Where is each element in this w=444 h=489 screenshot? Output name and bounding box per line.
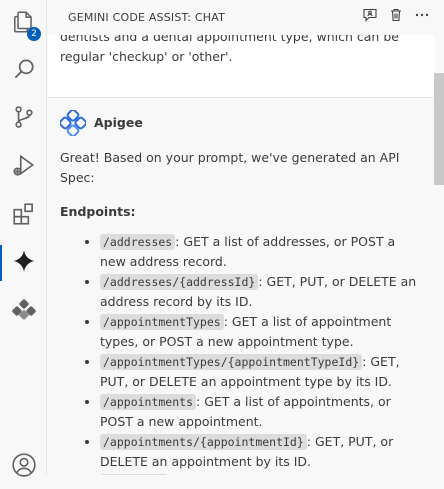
assistant-response: Apigee Great! Based on your prompt, we'v…: [48, 98, 434, 475]
explorer-button[interactable]: 2: [0, 2, 47, 46]
gemini-button[interactable]: [0, 241, 47, 285]
gemini-icon: [11, 248, 37, 278]
response-intro: Great! Based on your prompt, we've gener…: [60, 150, 400, 185]
endpoint-item: /appointments: GET a list of appointment…: [100, 392, 422, 432]
panel-header: GEMINI CODE ASSIST: CHAT: [48, 0, 444, 35]
endpoint-path: /appointmentTypes/{appointmentTypeId}: [100, 354, 363, 370]
endpoint-item: /appointments/{appointmentId}: GET, PUT,…: [100, 432, 422, 472]
user-message: dentists and a dental appointment type, …: [48, 35, 434, 98]
extensions-icon: [11, 201, 37, 231]
panel-title: GEMINI CODE ASSIST: CHAT: [68, 11, 226, 24]
endpoint-item: /appointmentTypes/{appointmentTypeId}: G…: [100, 352, 422, 392]
endpoint-path: /appointments/{appointmentId}: [100, 434, 307, 450]
endpoints-label: Endpoints:: [60, 204, 136, 219]
endpoint-path: /addresses/{addressId}: [100, 274, 259, 290]
account-button[interactable]: [0, 445, 47, 489]
endpoint-item: /appointmentTypes: GET a list of appoint…: [100, 312, 422, 352]
activity-bar: 2: [0, 0, 47, 477]
more-actions-button[interactable]: [414, 9, 430, 25]
clear-chat-button[interactable]: [388, 7, 404, 27]
response-header: Apigee: [58, 98, 422, 148]
trash-icon: [388, 7, 404, 27]
endpoint-path: /appointmentTypes: [100, 314, 224, 330]
responder-name: Apigee: [94, 115, 143, 130]
search-icon: [11, 56, 37, 86]
endpoint-item: /addresses/{addressId}: GET, PUT, or DEL…: [100, 272, 422, 312]
explorer-badge: 2: [27, 27, 41, 41]
endpoint-list: /addresses: GET a list of addresses, or …: [60, 232, 422, 475]
extensions-button[interactable]: [0, 194, 47, 238]
search-button[interactable]: [0, 49, 47, 93]
chat-content: dentists and a dental appointment type, …: [48, 35, 434, 475]
feedback-icon: [362, 7, 378, 27]
scrollbar[interactable]: [434, 35, 444, 475]
source-control-button[interactable]: [0, 97, 47, 141]
user-message-text: dentists and a dental appointment type, …: [60, 35, 399, 64]
apigee-button[interactable]: [0, 290, 47, 334]
scroll-thumb[interactable]: [434, 73, 444, 185]
run-debug-button[interactable]: [0, 145, 47, 189]
account-icon: [11, 452, 37, 482]
endpoint-path: /addresses: [100, 234, 176, 250]
apigee-logo-icon: [58, 108, 88, 138]
apigee-icon: [11, 297, 37, 327]
run-debug-icon: [11, 152, 37, 182]
ellipsis-icon: [414, 7, 430, 27]
chat-panel: GEMINI CODE ASSIST: CHAT dentists and a …: [48, 0, 444, 475]
endpoint-path: /appointments: [100, 394, 197, 410]
header-actions: [362, 7, 430, 27]
feedback-button[interactable]: [362, 7, 378, 27]
source-control-icon: [11, 104, 37, 134]
endpoint-item: /addresses: GET a list of addresses, or …: [100, 232, 422, 272]
